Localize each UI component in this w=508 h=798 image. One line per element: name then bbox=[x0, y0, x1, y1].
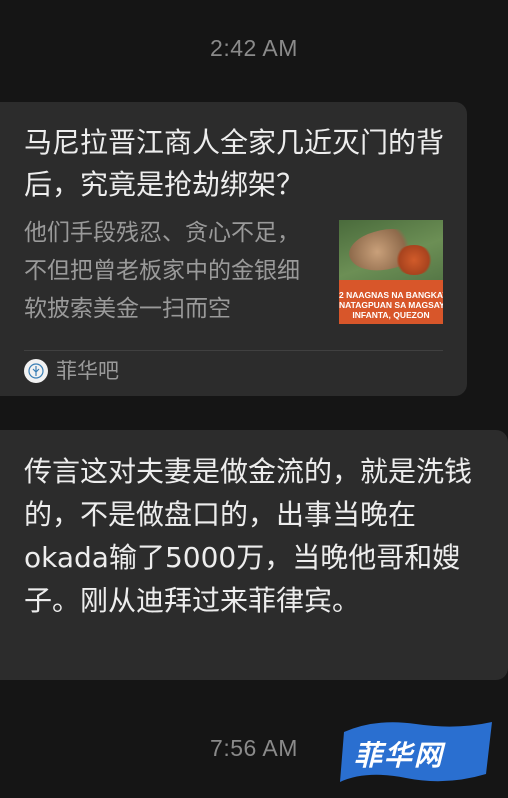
source-name: 菲华吧 bbox=[56, 359, 119, 383]
link-card-title: 马尼拉晋江商人全家几近灭门的背后，究竟是抢劫绑架？ bbox=[24, 126, 444, 201]
message-bubble[interactable]: 传言这对夫妻是做金流的，就是洗钱的，不是做盘口的，出事当晚在okada输了500… bbox=[0, 430, 508, 680]
watermark-logo: 菲华网 bbox=[336, 716, 496, 788]
thumbnail-caption-line: NATAGPUAN SA MAGSAYSAY bbox=[339, 300, 443, 310]
card-divider bbox=[24, 350, 443, 351]
message-text: 传言这对夫妻是做金流的，就是洗钱的，不是做盘口的，出事当晚在okada输了500… bbox=[24, 455, 473, 617]
source-logo-icon bbox=[24, 359, 48, 383]
thumbnail-caption-line: INFANTA, QUEZON bbox=[352, 310, 430, 320]
thumbnail-caption-line: 2 NAAGNAS NA BANGKAY bbox=[339, 290, 443, 300]
news-thumbnail-image: 2 NAAGNAS NA BANGKAY NATAGPUAN SA MAGSAY… bbox=[339, 220, 443, 324]
watermark-text: 菲华网 bbox=[354, 739, 445, 772]
timestamp: 2:42 AM bbox=[210, 35, 298, 61]
link-card-description: 他们手段残忍、贪心不足，不但把曾老板家中的金银细软披索美金一扫而空 bbox=[24, 220, 300, 322]
